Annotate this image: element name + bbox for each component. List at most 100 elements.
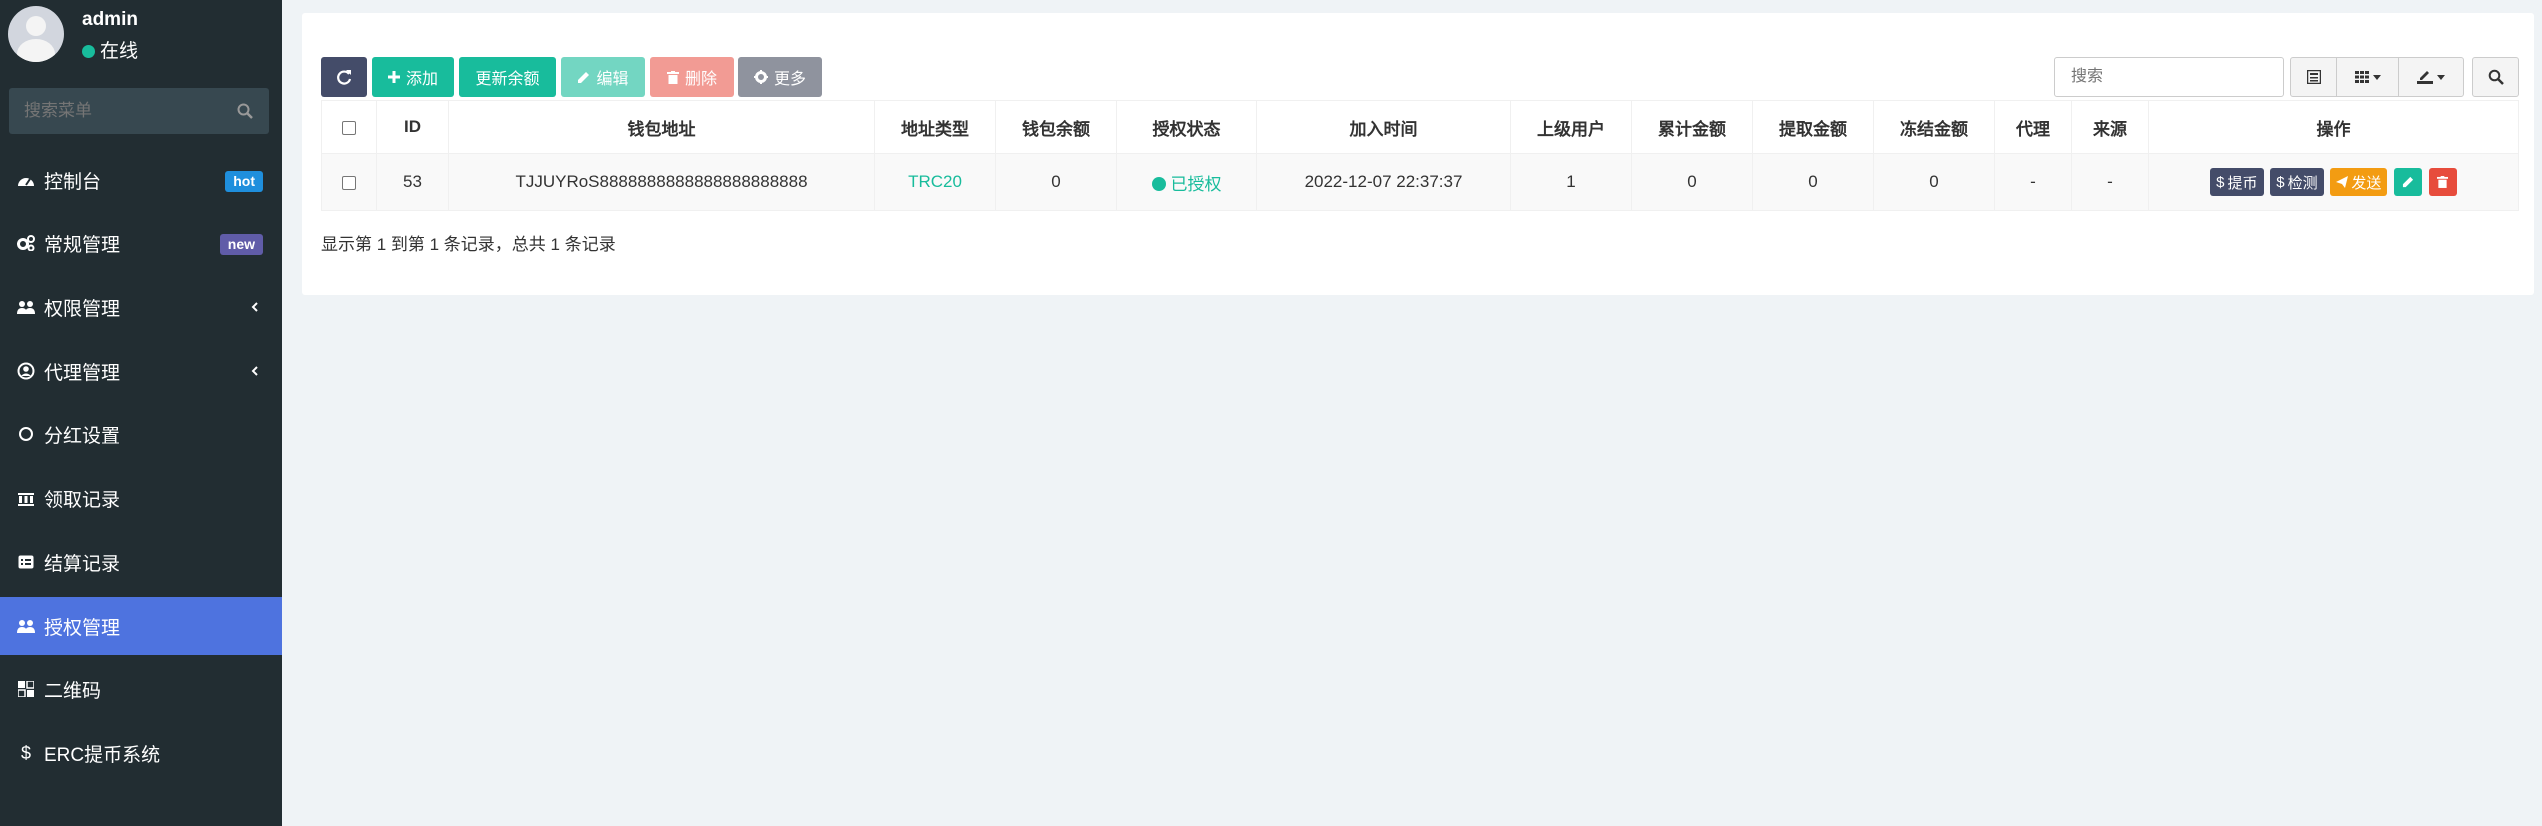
row-delete-button[interactable] bbox=[2428, 168, 2457, 196]
column-header[interactable]: ID bbox=[376, 100, 449, 154]
sidebar-item-label: 权限管理 bbox=[44, 298, 121, 320]
add-button-label: 添加 bbox=[405, 71, 438, 88]
trash-icon bbox=[2437, 176, 2449, 188]
status-dot-icon bbox=[1151, 176, 1166, 191]
sidebar-item-qrcode[interactable]: 二维码 bbox=[0, 660, 282, 718]
edit-button[interactable]: 编辑 bbox=[561, 57, 645, 97]
row-edit-button[interactable] bbox=[2394, 168, 2423, 196]
user-panel: admin 在线 bbox=[0, 0, 282, 70]
cell-agent: - bbox=[1994, 153, 2072, 211]
circle-icon bbox=[17, 425, 35, 443]
update-balance-button[interactable]: 更新余额 bbox=[459, 57, 556, 97]
bank-icon bbox=[17, 489, 35, 507]
column-header[interactable]: 钱包地址 bbox=[448, 100, 875, 154]
column-header[interactable]: 钱包余额 bbox=[995, 100, 1117, 154]
refresh-icon bbox=[337, 70, 352, 85]
cell-auth-status[interactable]: 已授权 bbox=[1116, 153, 1257, 211]
sidebar-item-agent[interactable]: 代理管理 bbox=[0, 342, 282, 400]
user-circle-icon bbox=[17, 362, 35, 380]
cell-address-type[interactable]: TRC20 bbox=[874, 153, 996, 211]
caret-down-icon bbox=[2372, 74, 2381, 80]
search-icon[interactable] bbox=[236, 102, 254, 120]
avatar bbox=[8, 6, 64, 62]
column-header[interactable]: 累计金额 bbox=[1631, 100, 1753, 154]
column-header[interactable]: 提取金额 bbox=[1752, 100, 1874, 154]
chevron-left-icon bbox=[251, 302, 258, 312]
more-button[interactable]: 更多 bbox=[738, 57, 822, 97]
new-badge: new bbox=[219, 234, 263, 255]
pencil-icon bbox=[2403, 176, 2414, 188]
group-icon bbox=[17, 617, 35, 635]
column-header[interactable]: 冻结金额 bbox=[1873, 100, 1995, 154]
sidebar-item-label: 分红设置 bbox=[44, 425, 121, 447]
row-select-cell bbox=[321, 153, 377, 211]
cell-source: - bbox=[2071, 153, 2149, 211]
check-label: 检测 bbox=[2287, 174, 2318, 192]
sidebar-item-label: 常规管理 bbox=[44, 234, 121, 256]
check-button[interactable]: $ 检测 bbox=[2270, 168, 2324, 196]
withdraw-button[interactable]: $ 提币 bbox=[2210, 168, 2264, 196]
cell-withdrawn-amount: 0 bbox=[1752, 153, 1874, 211]
column-header[interactable]: 来源 bbox=[2071, 100, 2149, 154]
export-icon bbox=[2417, 71, 2433, 84]
cell-actions: $ 提币 $ 检测 发送 bbox=[2148, 153, 2519, 211]
sidebar-item-label: 代理管理 bbox=[44, 362, 121, 384]
sidebar-item-label: 领取记录 bbox=[44, 489, 121, 511]
export-dropdown-button[interactable] bbox=[2398, 57, 2464, 97]
column-header[interactable]: 加入时间 bbox=[1256, 100, 1511, 154]
sidebar-item-dividend[interactable]: 分红设置 bbox=[0, 405, 282, 463]
column-header[interactable]: 授权状态 bbox=[1116, 100, 1257, 154]
delete-button[interactable]: 删除 bbox=[650, 57, 734, 97]
column-header[interactable]: 上级用户 bbox=[1510, 100, 1632, 154]
sidebar-item-settlement-records[interactable]: 结算记录 bbox=[0, 533, 282, 591]
cell-id: 53 bbox=[376, 153, 449, 211]
list-alt-icon bbox=[17, 553, 35, 571]
user-status-label: 在线 bbox=[100, 41, 139, 62]
status-label: 已授权 bbox=[1170, 174, 1222, 194]
columns-dropdown-button[interactable] bbox=[2336, 57, 2399, 97]
hot-badge: hot bbox=[225, 171, 263, 192]
pencil-icon bbox=[578, 71, 590, 83]
update-balance-label: 更新余额 bbox=[475, 71, 540, 88]
cell-total-amount: 0 bbox=[1631, 153, 1753, 211]
add-button[interactable]: 添加 bbox=[372, 57, 454, 97]
sidebar-item-label: 控制台 bbox=[44, 171, 102, 193]
group-icon bbox=[17, 298, 35, 316]
cell-balance: 0 bbox=[995, 153, 1117, 211]
column-header[interactable]: 代理 bbox=[1994, 100, 2072, 154]
sidebar-item-permission[interactable]: 权限管理 bbox=[0, 278, 282, 336]
column-header: 操作 bbox=[2148, 100, 2519, 154]
select-all-checkbox[interactable] bbox=[342, 120, 356, 135]
send-button[interactable]: 发送 bbox=[2330, 168, 2388, 196]
sidebar-item-claim-records[interactable]: 领取记录 bbox=[0, 469, 282, 527]
toggle-view-button[interactable] bbox=[2290, 57, 2337, 97]
qrcode-icon bbox=[17, 680, 35, 698]
user-name: admin bbox=[82, 9, 138, 30]
dollar-icon: $ bbox=[2216, 173, 2225, 191]
cogs-icon bbox=[17, 234, 35, 252]
delete-button-label: 删除 bbox=[684, 71, 717, 88]
cell-address: TJJUYRoS8888888888888888888888 bbox=[448, 153, 875, 211]
column-header[interactable]: 地址类型 bbox=[874, 100, 996, 154]
sidebar-item-label: 二维码 bbox=[44, 680, 102, 702]
edit-button-label: 编辑 bbox=[596, 71, 629, 88]
sidebar: admin 在线 控制台 hot 常规管理 new 权限管理 代理管理 分红设置… bbox=[0, 0, 282, 826]
search-toggle-button[interactable] bbox=[2472, 57, 2519, 97]
sidebar-item-dashboard[interactable]: 控制台 hot bbox=[0, 151, 282, 209]
refresh-button[interactable] bbox=[321, 57, 367, 97]
sidebar-item-label: 授权管理 bbox=[44, 617, 121, 639]
data-table: ID 钱包地址 地址类型 钱包余额 授权状态 加入时间 上级用户 累计金额 提取… bbox=[321, 100, 2519, 211]
cell-join-time: 2022-12-07 22:37:37 bbox=[1256, 153, 1511, 211]
sidebar-search-input[interactable] bbox=[9, 88, 229, 134]
table-search-input[interactable] bbox=[2054, 57, 2284, 97]
row-checkbox[interactable] bbox=[342, 175, 356, 190]
sidebar-item-authorization[interactable]: 授权管理 bbox=[0, 597, 282, 655]
dashboard-icon bbox=[17, 171, 35, 189]
withdraw-label: 提币 bbox=[2227, 174, 2258, 192]
table-header-row: ID 钱包地址 地址类型 钱包余额 授权状态 加入时间 上级用户 累计金额 提取… bbox=[321, 100, 2519, 154]
sidebar-item-general[interactable]: 常规管理 new bbox=[0, 214, 282, 272]
sidebar-search bbox=[9, 88, 269, 134]
sidebar-item-erc[interactable]: $ ERC提币系统 bbox=[0, 724, 282, 782]
table-row[interactable]: 53 TJJUYRoS8888888888888888888888 TRC20 … bbox=[321, 153, 2519, 211]
pagination-summary: 显示第 1 到第 1 条记录，总共 1 条记录 bbox=[321, 235, 616, 254]
